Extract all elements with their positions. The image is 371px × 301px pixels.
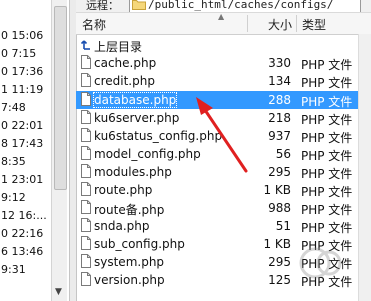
annotation-arrow-icon xyxy=(196,97,248,173)
